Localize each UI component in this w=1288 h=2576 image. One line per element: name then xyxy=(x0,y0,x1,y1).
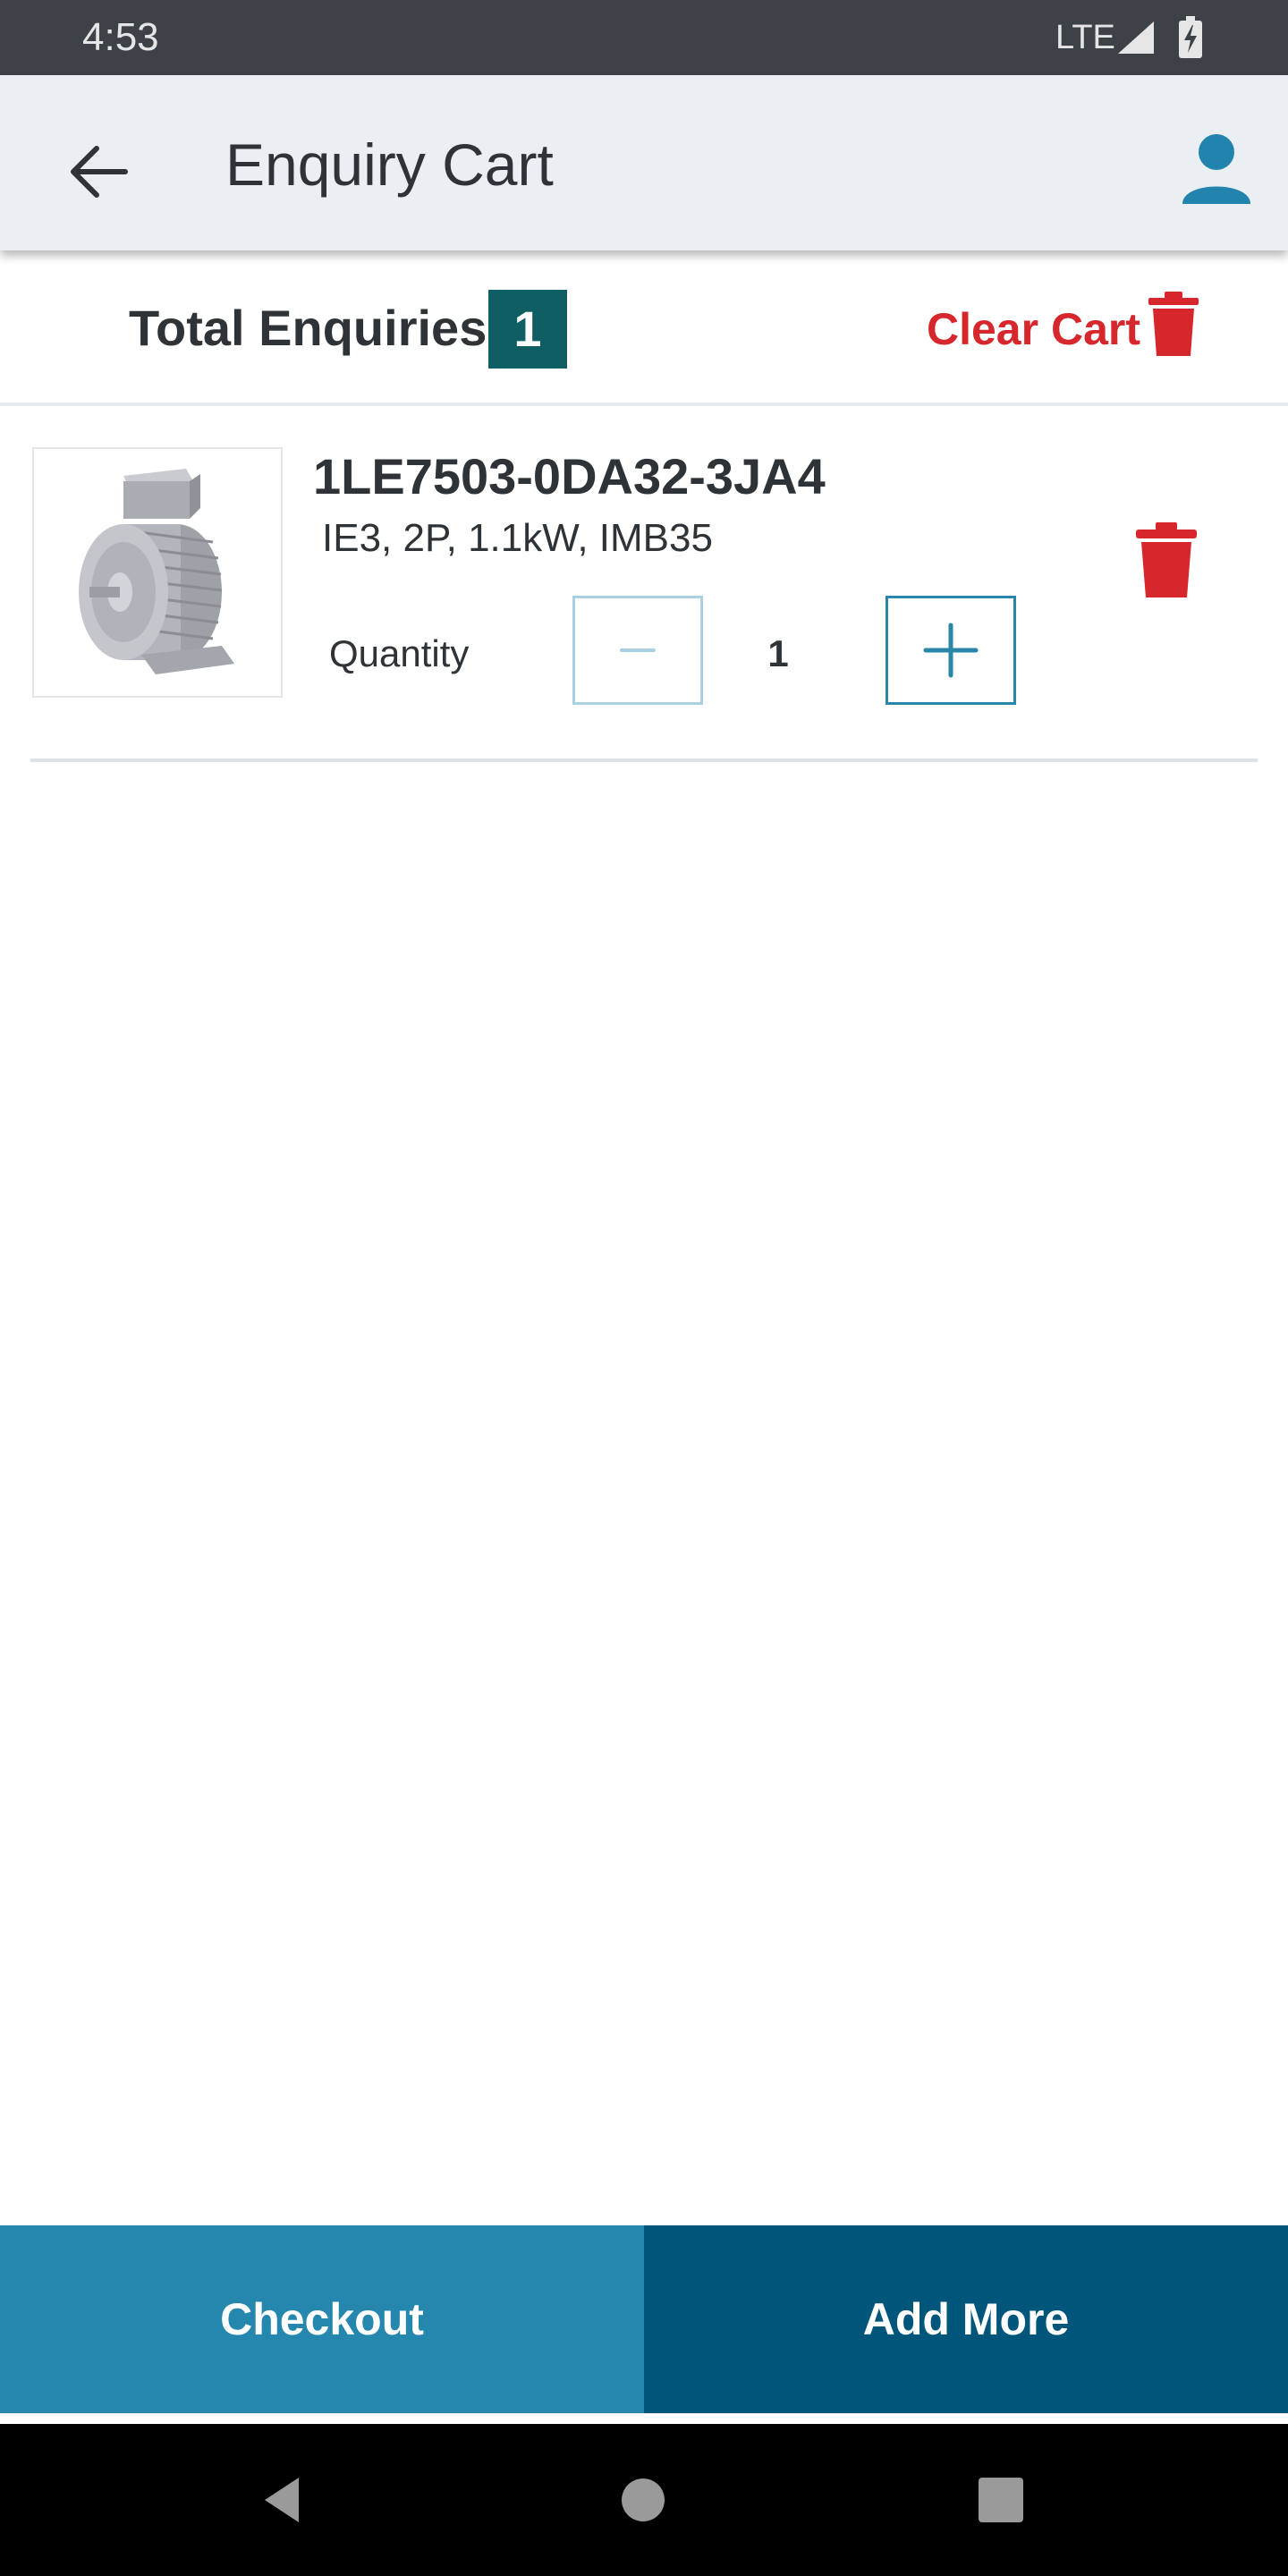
clear-cart-label: Clear Cart xyxy=(927,304,1140,354)
trash-icon xyxy=(1143,290,1204,358)
person-icon xyxy=(1182,134,1250,204)
screen: 4:53 LTE Enquiry Cart Total Enquiries: 1… xyxy=(0,0,1288,2576)
nav-back-button[interactable] xyxy=(243,2460,324,2540)
clear-cart-button[interactable]: Clear Cart xyxy=(921,290,1208,365)
back-button[interactable] xyxy=(55,127,145,216)
status-time: 4:53 xyxy=(82,15,159,59)
minus-icon xyxy=(620,648,656,652)
quantity-value: 1 xyxy=(767,632,789,674)
electric-motor-icon xyxy=(79,469,234,674)
product-spec: IE3, 2P, 1.1kW, IMB35 xyxy=(322,516,713,560)
checkout-button[interactable]: Checkout xyxy=(0,2225,644,2413)
app-bar: Enquiry Cart xyxy=(0,75,1288,250)
trash-icon xyxy=(1136,522,1197,597)
remove-item-button[interactable] xyxy=(1129,521,1204,599)
bottom-actions: Checkout Add More xyxy=(0,2225,1288,2413)
quantity-decrement-button[interactable] xyxy=(572,596,703,705)
nav-recents-icon xyxy=(979,2478,1023,2522)
plus-icon xyxy=(923,623,979,678)
cart-item: 1LE7503-0DA32-3JA4 IE3, 2P, 1.1kW, IMB35… xyxy=(30,408,1258,762)
battery-charging-icon xyxy=(1177,16,1204,59)
add-more-button[interactable]: Add More xyxy=(644,2225,1288,2413)
nav-home-button[interactable] xyxy=(603,2460,683,2540)
status-bar: 4:53 LTE xyxy=(0,0,1288,75)
network-type: LTE xyxy=(1055,19,1115,56)
profile-button[interactable] xyxy=(1172,123,1261,213)
arrow-left-icon xyxy=(71,146,128,198)
total-enquiries-label: Total Enquiries: xyxy=(129,300,504,356)
quantity-increment-button[interactable] xyxy=(886,596,1016,705)
cart-summary: Total Enquiries: 1 Clear Cart xyxy=(0,250,1288,406)
nav-recents-button[interactable] xyxy=(961,2460,1041,2540)
product-image xyxy=(32,447,283,698)
signal-icon xyxy=(1116,20,1156,55)
system-nav-bar xyxy=(0,2424,1288,2576)
page-title: Enquiry Cart xyxy=(225,131,554,198)
product-code: 1LE7503-0DA32-3JA4 xyxy=(313,448,826,504)
nav-back-icon xyxy=(265,2478,299,2522)
quantity-label: Quantity xyxy=(329,632,470,674)
total-enquiries-badge: 1 xyxy=(488,290,567,369)
nav-home-icon xyxy=(622,2479,665,2521)
